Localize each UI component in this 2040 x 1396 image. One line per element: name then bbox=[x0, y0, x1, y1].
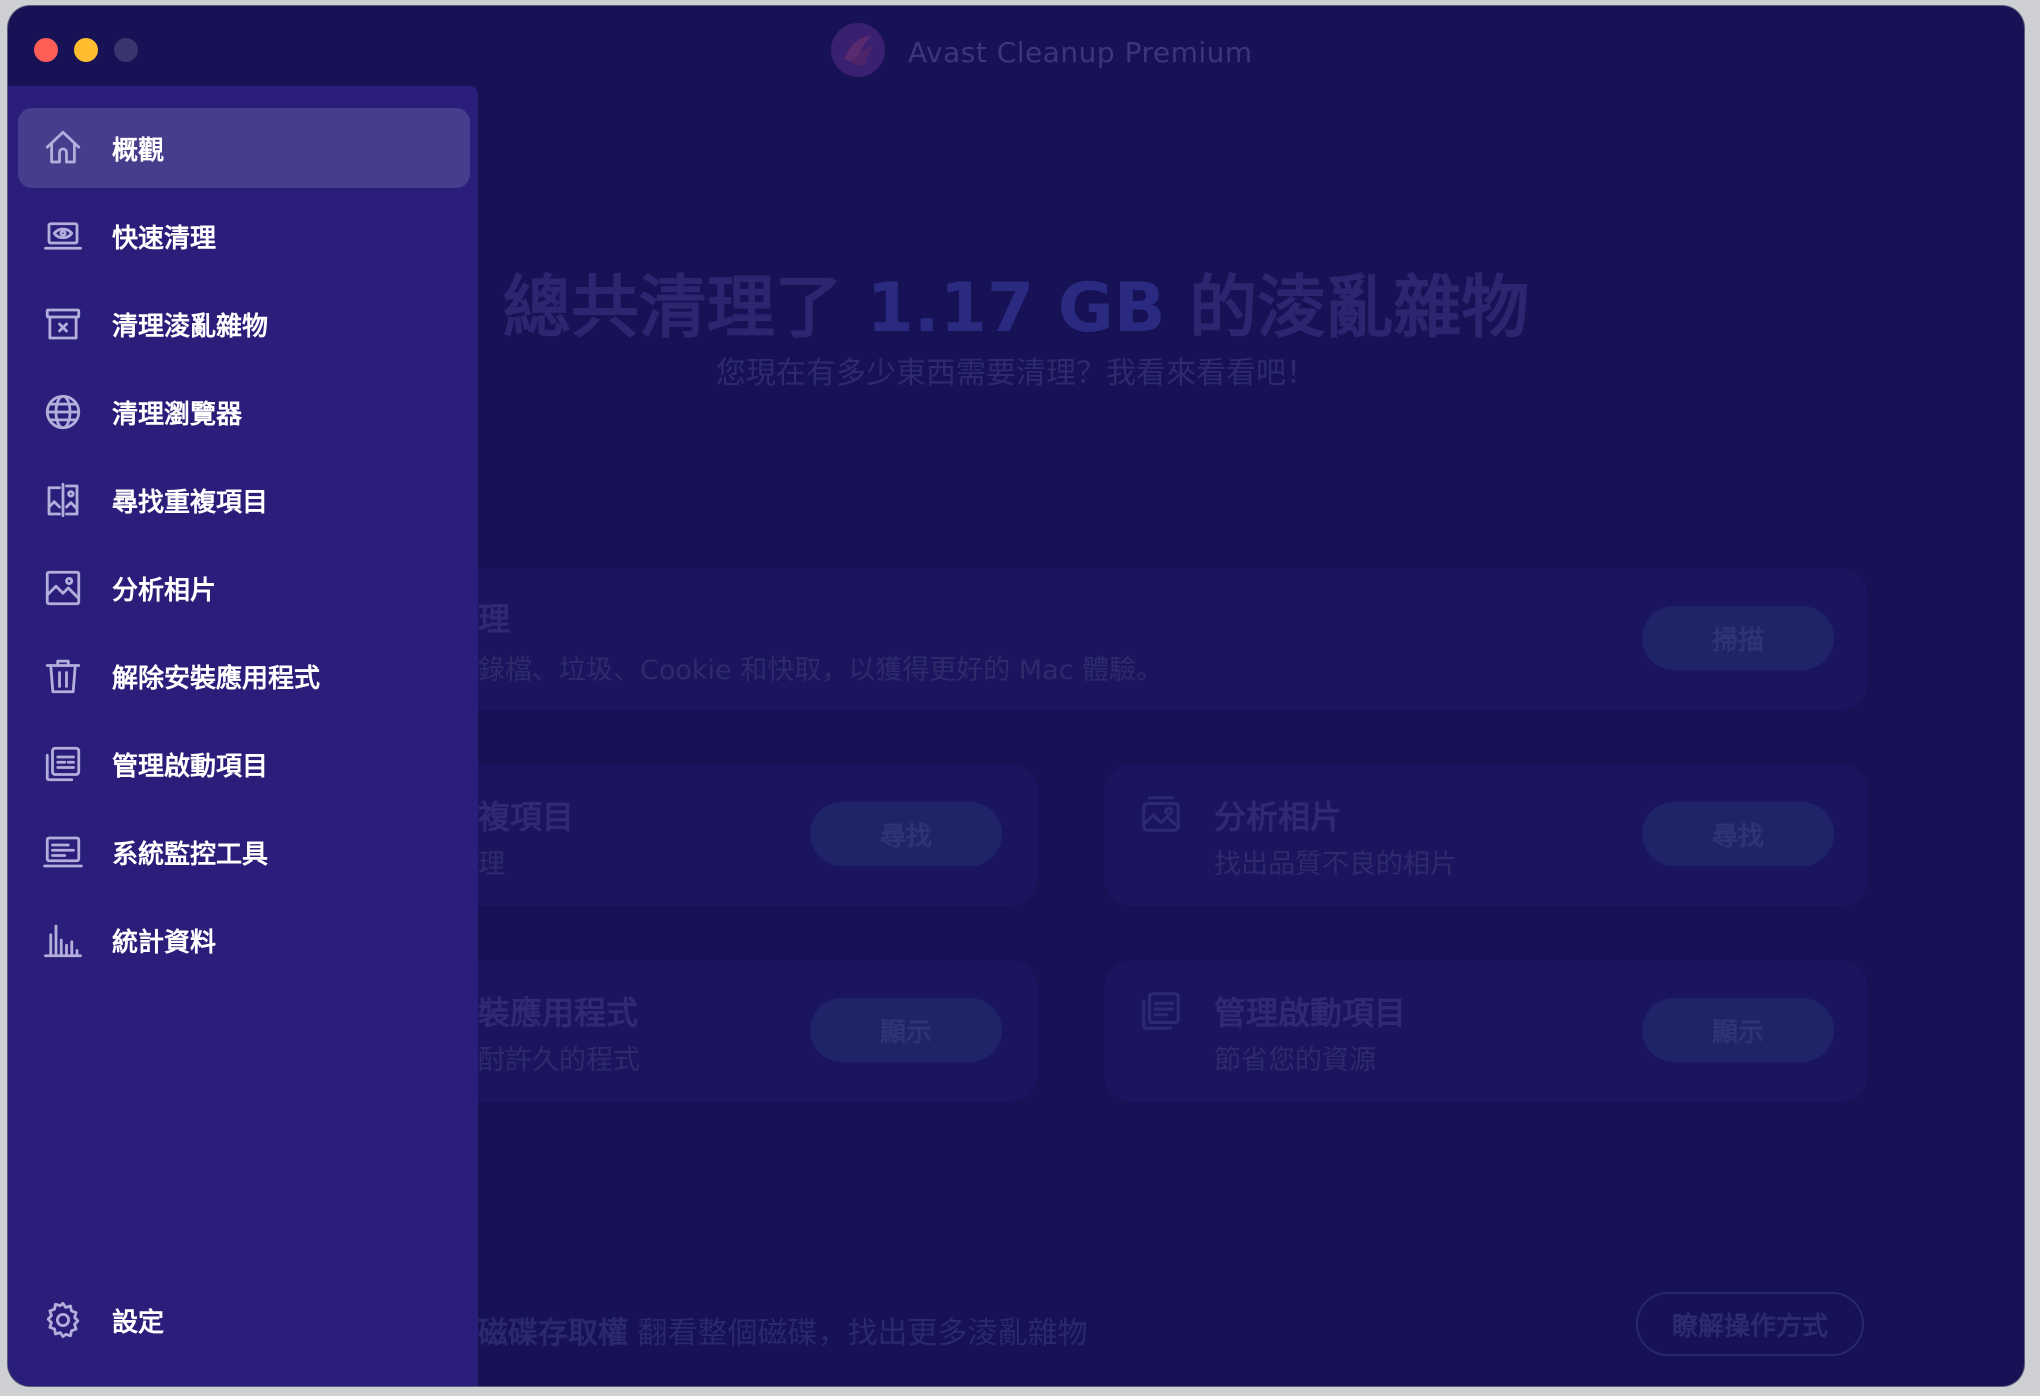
gear-icon bbox=[46, 1301, 80, 1339]
quick-clean-card: 理 錄檔、垃圾、Cookie 和快取，以獲得更好的 Mac 體驗。 掃描 bbox=[428, 568, 1868, 710]
photos-card-title: 分析相片 bbox=[1214, 798, 1343, 836]
quick-clean-icon bbox=[44, 222, 82, 250]
zoom-window-button[interactable] bbox=[114, 38, 138, 62]
find-duplicates-button[interactable]: 尋找 bbox=[810, 802, 1002, 866]
duplicates-card-title: 複項目 bbox=[478, 798, 575, 836]
system-monitor-icon bbox=[43, 836, 83, 868]
uninstall-card-title: 裝應用程式 bbox=[478, 994, 639, 1032]
startup-list-icon bbox=[1142, 992, 1180, 1030]
sidebar-item-label: 清理淩亂雜物 bbox=[112, 311, 269, 342]
disk-access-title: 磁碟存取權 bbox=[478, 1316, 628, 1351]
scan-button[interactable]: 掃描 bbox=[1642, 606, 1834, 670]
minimize-window-button[interactable] bbox=[74, 38, 98, 62]
photos-card: 分析相片 找出品質不良的相片 尋找 bbox=[1104, 764, 1868, 906]
trash-icon bbox=[45, 659, 81, 694]
title-bar: Avast Cleanup Premium bbox=[8, 6, 2024, 92]
show-startup-button[interactable]: 顯示 bbox=[1642, 998, 1834, 1062]
uninstall-card: 裝應用程式 酎許久的程式 顯示 bbox=[428, 960, 1038, 1102]
home-icon bbox=[45, 130, 81, 164]
sidebar-item-label: 尋找重複項目 bbox=[112, 487, 269, 518]
quick-clean-card-desc: 錄檔、垃圾、Cookie 和快取，以獲得更好的 Mac 體驗。 bbox=[478, 655, 1164, 686]
globe-icon bbox=[45, 394, 81, 430]
sidebar: 概觀 快速清理 清理淩亂雜物 清理瀏覽器 尋找重複項目 分析相片 解除安裝應用程… bbox=[8, 86, 478, 1386]
bar-chart-icon bbox=[44, 924, 82, 958]
sidebar-item-overview[interactable]: 概觀 bbox=[18, 108, 470, 188]
sidebar-item-startup-items[interactable]: 管理啟動項目 bbox=[18, 724, 470, 804]
headline-suffix: 的淩亂雜物 bbox=[1189, 269, 1530, 348]
sidebar-item-system-monitor[interactable]: 系統監控工具 bbox=[18, 812, 470, 892]
sidebar-item-analyze-photos[interactable]: 分析相片 bbox=[18, 548, 470, 628]
sidebar-item-label: 快速清理 bbox=[112, 223, 217, 254]
show-apps-button[interactable]: 顯示 bbox=[810, 998, 1002, 1062]
sidebar-item-label: 統計資料 bbox=[112, 927, 217, 958]
close-window-button[interactable] bbox=[34, 38, 58, 62]
sidebar-item-find-duplicates[interactable]: 尋找重複項目 bbox=[18, 460, 470, 540]
photo-icon bbox=[45, 570, 81, 606]
clutter-box-icon bbox=[45, 308, 81, 340]
settings-label: 設定 bbox=[112, 1307, 165, 1338]
app-window: 總共清理了 1.17 GB 的淩亂雜物 您現在有多少東西需要清理？我看來看看吧！… bbox=[8, 6, 2024, 1386]
startup-card-title: 管理啟動項目 bbox=[1214, 994, 1407, 1032]
duplicates-card-desc: 理 bbox=[478, 849, 505, 880]
disk-access-desc: 翻看整個磁碟，找出更多淩亂雜物 bbox=[628, 1316, 1088, 1351]
duplicates-card: 複項目 理 尋找 bbox=[428, 764, 1038, 906]
sidebar-item-clean-browser[interactable]: 清理瀏覽器 bbox=[18, 372, 470, 452]
startup-card: 管理啟動項目 節省您的資源 顯示 bbox=[1104, 960, 1868, 1102]
headline-prefix: 總共清理了 bbox=[502, 269, 843, 348]
cleaned-size: 1.17 GB bbox=[866, 269, 1166, 348]
sidebar-item-label: 管理啟動項目 bbox=[112, 751, 269, 782]
sidebar-item-settings[interactable]: 設定 bbox=[18, 1280, 470, 1360]
sidebar-item-quick-clean[interactable]: 快速清理 bbox=[18, 196, 470, 276]
quick-clean-card-title: 理 bbox=[478, 600, 511, 638]
sidebar-item-label: 清理瀏覽器 bbox=[112, 399, 243, 430]
disk-access-banner: 磁碟存取權 翻看整個磁碟，找出更多淩亂雜物 bbox=[478, 1308, 1088, 1352]
window-title: Avast Cleanup Premium bbox=[908, 36, 1253, 69]
sidebar-item-uninstall-apps[interactable]: 解除安裝應用程式 bbox=[18, 636, 470, 716]
sidebar-item-clean-clutter[interactable]: 清理淩亂雜物 bbox=[18, 284, 470, 364]
photos-card-desc: 找出品質不良的相片 bbox=[1214, 849, 1457, 880]
sidebar-item-label: 分析相片 bbox=[112, 575, 217, 606]
duplicates-icon bbox=[47, 482, 79, 518]
startup-items-icon bbox=[45, 746, 81, 782]
uninstall-card-desc: 酎許久的程式 bbox=[478, 1045, 640, 1076]
learn-how-button[interactable]: 瞭解操作方式 bbox=[1636, 1292, 1864, 1356]
sidebar-item-label: 解除安裝應用程式 bbox=[112, 663, 321, 694]
startup-card-desc: 節省您的資源 bbox=[1214, 1045, 1376, 1076]
sidebar-item-label: 概觀 bbox=[112, 135, 165, 166]
sidebar-item-label: 系統監控工具 bbox=[112, 839, 269, 870]
avast-logo-icon bbox=[831, 23, 885, 77]
sidebar-item-statistics[interactable]: 統計資料 bbox=[18, 900, 470, 980]
find-photos-button[interactable]: 尋找 bbox=[1642, 802, 1834, 866]
photo-stack-icon bbox=[1142, 796, 1180, 832]
